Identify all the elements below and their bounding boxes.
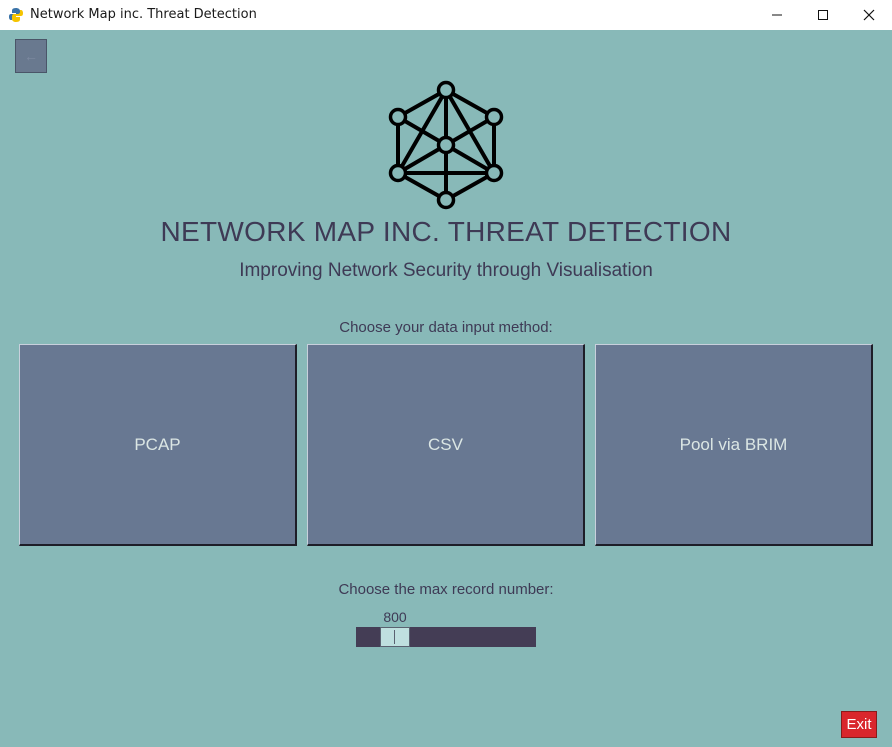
maximize-icon	[818, 10, 828, 20]
input-method-label: Choose your data input method:	[339, 319, 553, 336]
brim-button-label: Pool via BRIM	[679, 434, 788, 454]
csv-button-label: CSV	[428, 434, 463, 454]
pcap-button-label: PCAP	[134, 434, 181, 454]
slider-value: 800	[383, 609, 407, 625]
minimize-button[interactable]	[754, 0, 800, 30]
minimize-icon	[772, 14, 782, 16]
exit-button[interactable]: Exit	[841, 711, 877, 738]
csv-button[interactable]: CSV	[307, 344, 585, 546]
maximize-button[interactable]	[800, 0, 846, 30]
page-title: NETWORK MAP INC. THREAT DETECTION	[160, 216, 732, 247]
close-icon	[863, 9, 875, 21]
window-title: Network Map inc. Threat Detection	[30, 7, 257, 22]
exit-button-label: Exit	[846, 716, 872, 733]
network-graph-icon	[388, 80, 504, 210]
slider-thumb[interactable]	[380, 627, 410, 647]
back-button[interactable]: ←	[15, 39, 47, 73]
title-bar: Network Map inc. Threat Detection	[0, 0, 892, 30]
brim-button[interactable]: Pool via BRIM	[595, 344, 873, 546]
pcap-button[interactable]: PCAP	[19, 344, 297, 546]
page-subtitle: Improving Network Security through Visua…	[239, 260, 653, 281]
python-app-icon	[9, 8, 23, 22]
back-arrow-icon: ←	[24, 48, 38, 64]
close-button[interactable]	[846, 0, 892, 30]
max-record-label: Choose the max record number:	[338, 581, 554, 598]
